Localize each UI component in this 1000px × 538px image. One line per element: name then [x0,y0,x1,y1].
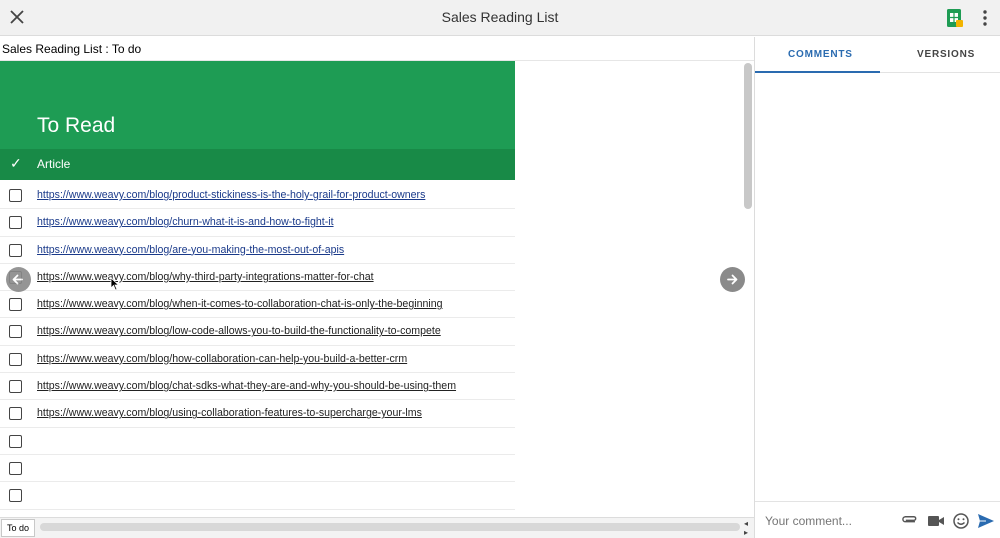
sheet-heading: To Read [37,114,116,137]
tab-comments[interactable]: COMMENTS [788,49,853,60]
table-row[interactable]: https://www.weavy.com/blog/when-it-comes… [0,291,515,319]
row-checkbox[interactable] [9,489,22,503]
article-link[interactable]: https://www.weavy.com/blog/are-you-makin… [37,244,344,256]
window-title: Sales Reading List [441,9,559,25]
send-icon[interactable] [977,513,995,529]
vertical-scrollbar[interactable] [744,63,752,209]
article-link[interactable]: https://www.weavy.com/blog/how-collabora… [37,353,407,365]
top-bar: Sales Reading List [0,0,1000,36]
sheet-tab[interactable]: To do [1,519,35,537]
google-sheets-icon[interactable] [946,8,964,28]
sheet-pane: Sales Reading List : To do To Read ✓ Art… [0,37,755,538]
row-checkbox[interactable] [9,407,22,421]
arrow-right-icon[interactable] [720,267,745,292]
table-row[interactable]: https://www.weavy.com/blog/why-third-par… [0,264,515,292]
row-checkbox[interactable] [9,298,22,312]
table-row[interactable]: https://www.weavy.com/blog/product-stick… [0,182,515,210]
table-row[interactable]: https://www.weavy.com/blog/using-collabo… [0,400,515,428]
check-column-header: ✓ [10,155,22,171]
table-row[interactable] [0,482,515,510]
article-link[interactable]: https://www.weavy.com/blog/chat-sdks-wha… [37,380,456,392]
emoji-icon[interactable] [952,513,970,529]
video-icon[interactable] [927,513,945,529]
arrow-left-icon[interactable] [6,267,31,292]
table-row[interactable]: https://www.weavy.com/blog/how-collabora… [0,346,515,374]
comment-input[interactable] [765,514,895,528]
active-tab-indicator [755,71,880,73]
row-checkbox[interactable] [9,325,22,339]
table-row[interactable] [0,428,515,455]
table-row[interactable]: https://www.weavy.com/blog/churn-what-it… [0,209,515,237]
table-row[interactable]: https://www.weavy.com/blog/are-you-makin… [0,237,515,264]
horizontal-scrollbar[interactable] [40,523,740,531]
article-link[interactable]: https://www.weavy.com/blog/low-code-allo… [37,325,441,337]
scroll-left-icon[interactable]: ◂ [744,519,748,528]
attach-icon[interactable] [901,513,919,529]
table-body: https://www.weavy.com/blog/product-stick… [0,182,515,510]
article-column-header[interactable]: Article [37,157,70,171]
row-checkbox[interactable] [9,189,22,202]
article-link[interactable]: https://www.weavy.com/blog/using-collabo… [37,407,422,419]
row-checkbox[interactable] [9,352,22,366]
article-link[interactable]: https://www.weavy.com/blog/when-it-comes… [37,298,442,310]
comments-panel: COMMENTS VERSIONS [755,37,1000,538]
tab-versions[interactable]: VERSIONS [917,49,975,60]
article-link[interactable]: https://www.weavy.com/blog/churn-what-it… [37,216,334,228]
panel-tabs: COMMENTS VERSIONS [755,37,1000,73]
table-row[interactable] [0,455,515,483]
row-checkbox[interactable] [9,216,22,230]
row-checkbox[interactable] [9,243,22,257]
sheet-tab-bar: To do ◂ ▸ [0,517,754,538]
table-row[interactable]: https://www.weavy.com/blog/low-code-allo… [0,318,515,346]
scroll-right-icon[interactable]: ▸ [744,528,748,537]
more-vert-icon[interactable] [978,9,992,27]
row-checkbox[interactable] [9,461,22,475]
row-checkbox[interactable] [9,434,22,448]
row-checkbox[interactable] [9,380,22,394]
table-row[interactable]: https://www.weavy.com/blog/chat-sdks-wha… [0,373,515,401]
sheet-banner: To Read [0,61,515,149]
comment-composer [755,501,1000,538]
breadcrumb: Sales Reading List : To do [2,42,142,56]
article-link[interactable]: https://www.weavy.com/blog/why-third-par… [37,271,374,283]
mouse-cursor-icon [110,277,120,291]
table-header: ✓ Article [0,149,515,180]
article-link[interactable]: https://www.weavy.com/blog/product-stick… [37,189,425,201]
